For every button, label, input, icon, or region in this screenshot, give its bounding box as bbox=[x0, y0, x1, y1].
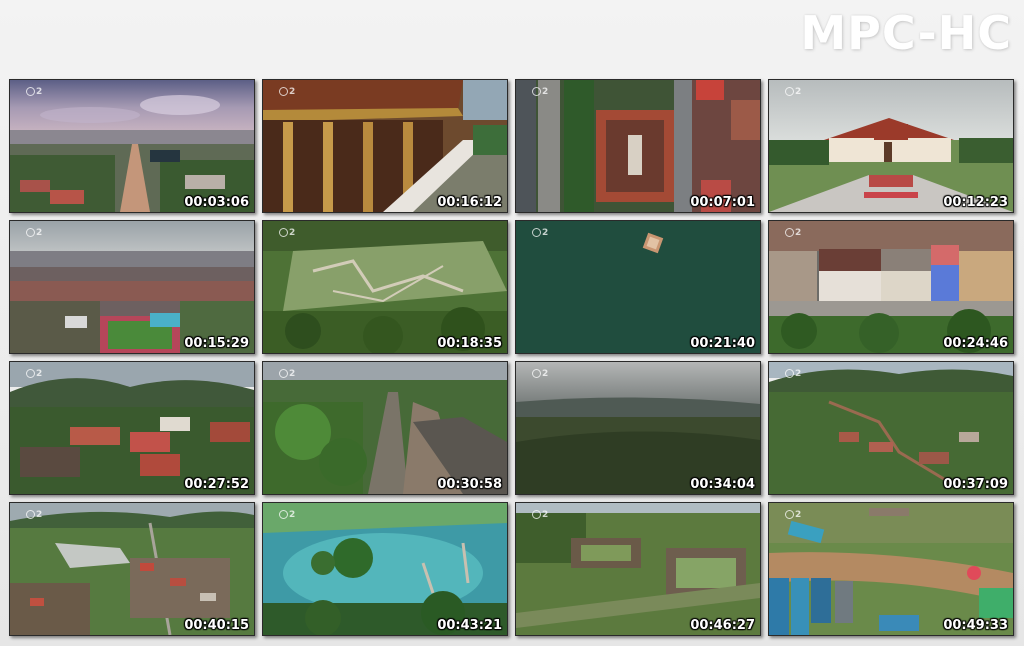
channel-logo: 2 bbox=[532, 87, 548, 97]
channel-logo: 2 bbox=[26, 369, 42, 379]
channel-logo: 2 bbox=[532, 369, 548, 379]
timecode-label: 00:37:09 bbox=[943, 477, 1008, 492]
thumbnail-image bbox=[769, 503, 1013, 635]
channel-logo: 2 bbox=[26, 87, 42, 97]
thumbnail-5[interactable]: 2 00:15:29 bbox=[9, 220, 255, 354]
timecode-label: 00:40:15 bbox=[184, 618, 249, 633]
thumbnail-13[interactable]: 2 00:40:15 bbox=[9, 502, 255, 636]
thumbnail-9[interactable]: 2 00:27:52 bbox=[9, 361, 255, 495]
timecode-label: 00:24:46 bbox=[943, 336, 1008, 351]
thumbnail-image bbox=[10, 80, 254, 212]
channel-logo: 2 bbox=[785, 369, 801, 379]
thumbnail-2[interactable]: 2 00:16:12 bbox=[262, 79, 508, 213]
timecode-label: 00:30:58 bbox=[437, 477, 502, 492]
timecode-label: 00:18:35 bbox=[437, 336, 502, 351]
thumbnail-image bbox=[263, 80, 507, 212]
thumbnail-image bbox=[516, 362, 760, 494]
thumbnail-1[interactable]: 2 00:03:06 bbox=[9, 79, 255, 213]
thumbnail-grid: 2 00:03:06 2 00:16:12 2 00:07:01 2 00:12… bbox=[9, 79, 1014, 636]
thumbnail-image bbox=[263, 362, 507, 494]
thumbnail-10[interactable]: 2 00:30:58 bbox=[262, 361, 508, 495]
thumbnail-image bbox=[516, 80, 760, 212]
thumbnail-image bbox=[10, 362, 254, 494]
timecode-label: 00:43:21 bbox=[437, 618, 502, 633]
timecode-label: 00:03:06 bbox=[184, 195, 249, 210]
channel-logo: 2 bbox=[279, 228, 295, 238]
thumbnail-11[interactable]: 2 00:34:04 bbox=[515, 361, 761, 495]
thumbnail-image bbox=[516, 503, 760, 635]
thumbnail-15[interactable]: 2 00:46:27 bbox=[515, 502, 761, 636]
thumbnail-image bbox=[769, 80, 1013, 212]
thumbnail-image bbox=[516, 221, 760, 353]
thumbnail-3[interactable]: 2 00:07:01 bbox=[515, 79, 761, 213]
timecode-label: 00:15:29 bbox=[184, 336, 249, 351]
channel-logo: 2 bbox=[532, 510, 548, 520]
timecode-label: 00:21:40 bbox=[690, 336, 755, 351]
thumbnail-14[interactable]: 2 00:43:21 bbox=[262, 502, 508, 636]
thumbnail-4[interactable]: 2 00:12:23 bbox=[768, 79, 1014, 213]
channel-logo: 2 bbox=[279, 87, 295, 97]
timecode-label: 00:34:04 bbox=[690, 477, 755, 492]
channel-logo: 2 bbox=[532, 228, 548, 238]
thumbnail-image bbox=[263, 221, 507, 353]
channel-logo: 2 bbox=[279, 369, 295, 379]
thumbnail-image bbox=[263, 503, 507, 635]
timecode-label: 00:07:01 bbox=[690, 195, 755, 210]
thumbnail-8[interactable]: 2 00:24:46 bbox=[768, 220, 1014, 354]
thumbnail-16[interactable]: 2 00:49:33 bbox=[768, 502, 1014, 636]
channel-logo: 2 bbox=[785, 510, 801, 520]
thumbnail-image bbox=[10, 221, 254, 353]
timecode-label: 00:12:23 bbox=[943, 195, 1008, 210]
thumbnail-image bbox=[10, 503, 254, 635]
timecode-label: 00:46:27 bbox=[690, 618, 755, 633]
channel-logo: 2 bbox=[785, 87, 801, 97]
channel-logo: 2 bbox=[785, 228, 801, 238]
timecode-label: 00:49:33 bbox=[943, 618, 1008, 633]
channel-logo: 2 bbox=[26, 228, 42, 238]
channel-logo: 2 bbox=[26, 510, 42, 520]
thumbnail-6[interactable]: 2 00:18:35 bbox=[262, 220, 508, 354]
thumbnail-7[interactable]: 2 00:21:40 bbox=[515, 220, 761, 354]
timecode-label: 00:16:12 bbox=[437, 195, 502, 210]
timecode-label: 00:27:52 bbox=[184, 477, 249, 492]
thumbnail-image bbox=[769, 362, 1013, 494]
thumbnail-image bbox=[769, 221, 1013, 353]
app-logo: MPC-HC bbox=[800, 6, 1012, 60]
thumbnail-12[interactable]: 2 00:37:09 bbox=[768, 361, 1014, 495]
channel-logo: 2 bbox=[279, 510, 295, 520]
